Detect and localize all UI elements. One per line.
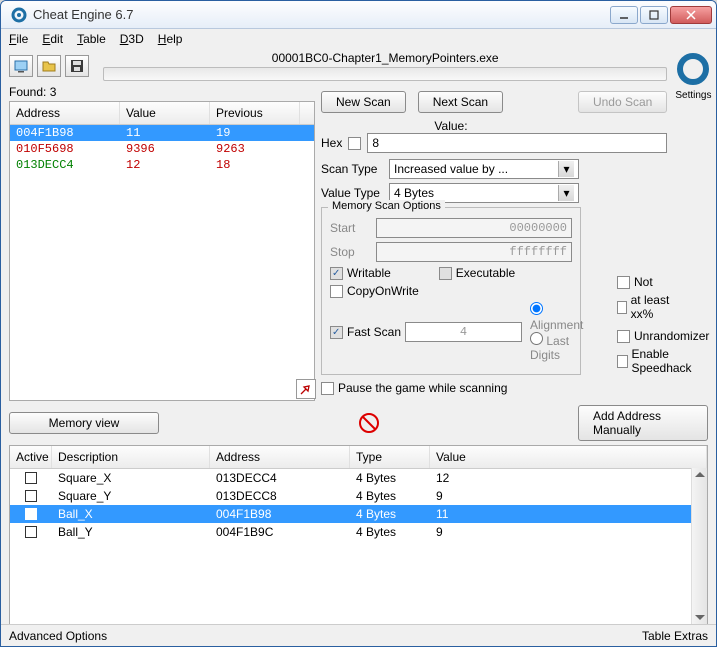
value-label: Value: (321, 119, 581, 133)
advanced-options-link[interactable]: Advanced Options (9, 629, 107, 643)
col-header-previous[interactable]: Previous (210, 102, 300, 124)
col-header-address[interactable]: Address (10, 102, 120, 124)
col-header-value[interactable]: Value (120, 102, 210, 124)
chevron-down-icon: ▾ (558, 161, 574, 177)
stop-label: Stop (330, 245, 372, 259)
next-scan-button[interactable]: Next Scan (418, 91, 503, 113)
scan-result-row[interactable]: 004F1B981119 (10, 125, 314, 141)
target-process-name: 00001BC0-Chapter1_MemoryPointers.exe (103, 51, 667, 65)
active-checkbox[interactable] (25, 526, 37, 538)
col-header-description[interactable]: Description (52, 446, 210, 468)
menu-help[interactable]: Help (158, 32, 183, 46)
address-list-row[interactable]: Square_Y013DECC84 Bytes9 (10, 487, 707, 505)
menu-edit[interactable]: Edit (42, 32, 63, 46)
active-checkbox[interactable] (25, 508, 37, 520)
fastscan-value-input[interactable] (405, 322, 522, 342)
hex-checkbox[interactable] (348, 137, 361, 150)
pause-label: Pause the game while scanning (338, 381, 507, 395)
executable-checkbox[interactable] (439, 267, 452, 280)
titlebar[interactable]: Cheat Engine 6.7 (1, 1, 716, 29)
scan-result-row[interactable]: 013DECC41218 (10, 157, 314, 173)
unrandomizer-checkbox[interactable] (617, 330, 630, 343)
found-label: Found: (9, 85, 46, 99)
stop-input[interactable] (376, 242, 572, 262)
memory-scan-options-legend: Memory Scan Options (328, 200, 445, 212)
pause-checkbox[interactable] (321, 382, 334, 395)
menu-d3d[interactable]: D3D (120, 32, 144, 46)
copyonwrite-label: CopyOnWrite (347, 284, 419, 298)
address-list-row[interactable]: Square_X013DECC44 Bytes12 (10, 469, 707, 487)
menu-file[interactable]: File (9, 32, 28, 46)
no-sign-icon[interactable] (359, 413, 379, 433)
add-address-manually-button[interactable]: Add Address Manually (578, 405, 708, 441)
value-type-label: Value Type (321, 186, 385, 200)
maximize-button[interactable] (640, 6, 668, 24)
fastscan-label: Fast Scan (347, 325, 401, 339)
col-header-active[interactable]: Active (10, 446, 52, 468)
vertical-scrollbar[interactable] (691, 468, 707, 624)
writable-checkbox[interactable] (330, 267, 343, 280)
start-input[interactable] (376, 218, 572, 238)
chevron-down-icon: ▾ (558, 185, 574, 201)
progress-bar (103, 67, 667, 81)
table-extras-link[interactable]: Table Extras (642, 629, 708, 643)
window-title: Cheat Engine 6.7 (33, 7, 610, 22)
scan-result-row[interactable]: 010F569893969263 (10, 141, 314, 157)
cheat-engine-logo-icon[interactable] (675, 51, 711, 87)
executable-label: Executable (456, 266, 515, 280)
app-window: Cheat Engine 6.7 File Edit Table D3D Hel… (0, 0, 717, 647)
found-count: 3 (50, 85, 57, 99)
address-list-table[interactable]: Active Description Address Type Value Sq… (9, 445, 708, 625)
scan-results-table[interactable]: Address Value Previous 004F1B981119010F5… (9, 101, 315, 401)
memory-view-button[interactable]: Memory view (9, 412, 159, 434)
save-button[interactable] (65, 55, 89, 77)
start-label: Start (330, 221, 372, 235)
lastdigits-radio[interactable] (530, 332, 543, 345)
memory-scan-options-group: Memory Scan Options Start Stop Writable … (321, 207, 581, 375)
atleast-label: at least xx% (631, 293, 676, 321)
not-checkbox[interactable] (617, 276, 630, 289)
col-header-address[interactable]: Address (210, 446, 350, 468)
unrandomizer-label: Unrandomizer (634, 329, 709, 343)
col-header-value[interactable]: Value (430, 446, 707, 468)
menu-table[interactable]: Table (77, 32, 106, 46)
minimize-button[interactable] (610, 6, 638, 24)
active-checkbox[interactable] (25, 472, 37, 484)
address-list-row[interactable]: Ball_X004F1B984 Bytes11 (10, 505, 707, 523)
scan-type-select[interactable]: Increased value by ...▾ (389, 159, 579, 179)
speedhack-label: Enable Speedhack (632, 347, 710, 375)
alignment-radio[interactable] (530, 302, 543, 315)
open-button[interactable] (37, 55, 61, 77)
active-checkbox[interactable] (25, 490, 37, 502)
menubar: File Edit Table D3D Help (1, 29, 716, 49)
hex-label: Hex (321, 136, 342, 150)
speedhack-checkbox[interactable] (617, 355, 628, 368)
scan-value-input[interactable] (367, 133, 667, 153)
fastscan-checkbox[interactable] (330, 326, 343, 339)
address-list-row[interactable]: Ball_Y004F1B9C4 Bytes9 (10, 523, 707, 541)
undo-scan-button[interactable]: Undo Scan (578, 91, 667, 113)
not-label: Not (634, 275, 653, 289)
settings-link[interactable]: Settings (675, 90, 711, 101)
writable-label: Writable (347, 266, 391, 280)
col-header-type[interactable]: Type (350, 446, 430, 468)
new-scan-button[interactable]: New Scan (321, 91, 406, 113)
close-button[interactable] (670, 6, 712, 24)
select-process-button[interactable] (9, 55, 33, 77)
inject-button[interactable] (296, 379, 316, 399)
atleast-checkbox[interactable] (617, 301, 627, 314)
scan-type-label: Scan Type (321, 162, 385, 176)
app-icon (11, 7, 27, 23)
copyonwrite-checkbox[interactable] (330, 285, 343, 298)
